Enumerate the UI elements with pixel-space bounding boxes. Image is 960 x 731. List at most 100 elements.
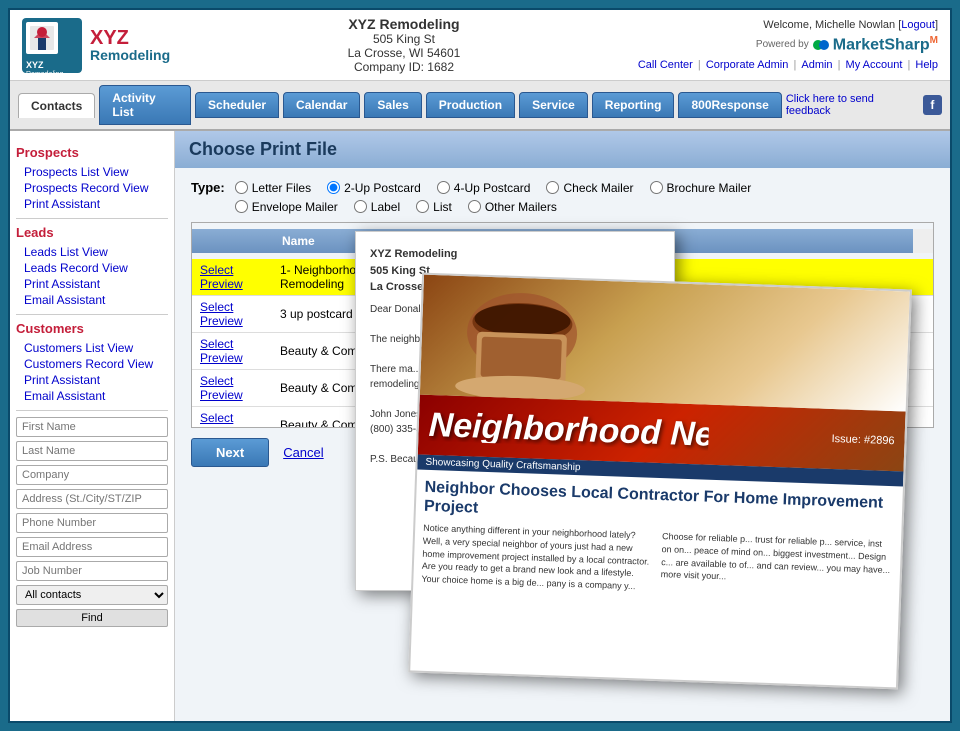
radio-other-mailers-input[interactable] <box>468 200 481 213</box>
nav-tab-activity-list[interactable]: Activity List <box>99 85 191 125</box>
sidebar-item-prospects-record-view[interactable]: Prospects Record View <box>16 180 168 196</box>
address-input[interactable] <box>16 489 168 509</box>
welcome-text: Welcome, Michelle Nowlan [Logout] <box>638 19 938 31</box>
logout-link[interactable]: Logout <box>901 19 935 31</box>
sidebar-item-leads-print-assistant[interactable]: Print Assistant <box>16 276 168 292</box>
preview-link[interactable]: Preview <box>200 351 243 365</box>
radio-brochure-mailer-input[interactable] <box>650 181 663 194</box>
email-input[interactable] <box>16 537 168 557</box>
table-cell-actions: Select Preview <box>192 370 272 407</box>
nav-tab-service[interactable]: Service <box>519 92 588 118</box>
corporate-admin-link[interactable]: Corporate Admin <box>706 59 789 71</box>
sidebar-item-customers-record-view[interactable]: Customers Record View <box>16 356 168 372</box>
marketsharep-logo: MarketSharpM <box>833 35 938 54</box>
company-id: Company ID: 1682 <box>170 60 638 74</box>
news-text-column: Neighbor Chooses Local Contractor For Ho… <box>408 470 903 690</box>
feedback-area[interactable]: Click here to send feedback f <box>786 93 942 117</box>
phone-input[interactable] <box>16 513 168 533</box>
radio-other-mailers[interactable]: Other Mailers <box>468 200 557 214</box>
table-cell-actions: Select Preview <box>192 333 272 370</box>
sidebar-item-prospects-print-assistant[interactable]: Print Assistant <box>16 196 168 212</box>
prospects-section-title: Prospects <box>16 145 168 160</box>
nav-tab-800response[interactable]: 800Response <box>678 92 781 118</box>
contact-type-select[interactable]: All contacts <box>16 585 168 605</box>
nav-tab-contacts[interactable]: Contacts <box>18 93 95 118</box>
radio-list-input[interactable] <box>416 200 429 213</box>
select-link[interactable]: Select <box>200 337 233 351</box>
facebook-icon: f <box>923 95 942 115</box>
sidebar-item-prospects-list-view[interactable]: Prospects List View <box>16 164 168 180</box>
radio-label-input[interactable] <box>354 200 367 213</box>
header-links: Call Center | Corporate Admin | Admin | … <box>638 59 938 71</box>
sidebar-item-customers-list-view[interactable]: Customers List View <box>16 340 168 356</box>
company-address2: La Crosse, WI 54601 <box>170 46 638 60</box>
preview-link[interactable]: Preview <box>200 314 243 328</box>
radio-group: Letter Files 2-Up Postcard 4-Up Postcard <box>235 181 752 195</box>
my-account-link[interactable]: My Account <box>846 59 903 71</box>
nav-tab-reporting[interactable]: Reporting <box>592 92 675 118</box>
next-button[interactable]: Next <box>191 438 269 467</box>
header-right: Welcome, Michelle Nowlan [Logout] Powere… <box>638 19 938 70</box>
market-sharp-brand: Powered by MarketSharpM <box>638 35 938 54</box>
leads-section-title: Leads <box>16 225 168 240</box>
sidebar-item-leads-list-view[interactable]: Leads List View <box>16 244 168 260</box>
marketsharep-dots-icon <box>813 37 829 53</box>
preview-link[interactable]: Preview <box>200 425 243 428</box>
sidebar-item-customers-email-assistant[interactable]: Email Assistant <box>16 388 168 404</box>
radio-check-mailer-input[interactable] <box>546 181 559 194</box>
sidebar-item-customers-print-assistant[interactable]: Print Assistant <box>16 372 168 388</box>
news-title: Neighborhood News <box>428 401 710 459</box>
call-center-link[interactable]: Call Center <box>638 59 693 71</box>
nav-tab-scheduler[interactable]: Scheduler <box>195 92 279 118</box>
sidebar-divider-3 <box>16 410 168 411</box>
svg-text:Neighborhood News: Neighborhood News <box>428 406 709 451</box>
news-issue: Issue: #2896 <box>831 433 894 447</box>
select-link[interactable]: Select <box>200 411 233 425</box>
radio-4up-postcard-input[interactable] <box>437 181 450 194</box>
sidebar-item-leads-record-view[interactable]: Leads Record View <box>16 260 168 276</box>
preview-link[interactable]: Preview <box>200 277 243 291</box>
type-label: Type: <box>191 180 225 195</box>
th-blank <box>192 229 272 253</box>
admin-link[interactable]: Admin <box>801 59 832 71</box>
select-link[interactable]: Select <box>200 300 233 314</box>
news-body: Neighbor Chooses Local Contractor For Ho… <box>408 470 903 690</box>
last-name-input[interactable] <box>16 441 168 461</box>
xyz-logo-icon: XYZ Remodeling <box>22 18 82 73</box>
header: XYZ Remodeling XYZ Remodeling XYZ Remode… <box>10 10 950 81</box>
radio-2up-postcard-input[interactable] <box>327 181 340 194</box>
radio-list[interactable]: List <box>416 200 452 214</box>
panel-title: Choose Print File <box>175 131 950 168</box>
nav-tab-sales[interactable]: Sales <box>364 92 421 118</box>
radio-2up-postcard[interactable]: 2-Up Postcard <box>327 181 421 195</box>
select-link[interactable]: Select <box>200 374 233 388</box>
radio-group-2: Envelope Mailer Label List <box>235 200 557 214</box>
nav-tab-production[interactable]: Production <box>426 92 515 118</box>
radio-check-mailer[interactable]: Check Mailer <box>546 181 633 195</box>
preview-popup: XYZ Remodeling505 King StLa Crosse, WI 5… <box>355 221 935 701</box>
sidebar-item-leads-email-assistant[interactable]: Email Assistant <box>16 292 168 308</box>
nav-tab-calendar[interactable]: Calendar <box>283 92 360 118</box>
radio-4up-postcard[interactable]: 4-Up Postcard <box>437 181 531 195</box>
help-link[interactable]: Help <box>915 59 938 71</box>
company-input[interactable] <box>16 465 168 485</box>
radio-letter-files[interactable]: Letter Files <box>235 181 311 195</box>
radio-envelope-mailer[interactable]: Envelope Mailer <box>235 200 338 214</box>
first-name-input[interactable] <box>16 417 168 437</box>
table-cell-actions: Select Preview <box>192 296 272 333</box>
select-link[interactable]: Select <box>200 263 233 277</box>
cancel-button[interactable]: Cancel <box>279 438 327 467</box>
preview-link[interactable]: Preview <box>200 388 243 402</box>
company-info: XYZ Remodeling 505 King St La Crosse, WI… <box>170 16 638 74</box>
nav-bar: Contacts Activity List Scheduler Calenda… <box>10 81 950 131</box>
table-cell-actions: Select Preview <box>192 407 272 429</box>
radio-envelope-mailer-input[interactable] <box>235 200 248 213</box>
job-number-input[interactable] <box>16 561 168 581</box>
radio-letter-files-input[interactable] <box>235 181 248 194</box>
find-button[interactable]: Find <box>16 609 168 627</box>
main-content: Prospects Prospects List View Prospects … <box>10 131 950 721</box>
news-article: Notice anything different in your neighb… <box>421 522 893 601</box>
radio-brochure-mailer[interactable]: Brochure Mailer <box>650 181 752 195</box>
radio-label[interactable]: Label <box>354 200 400 214</box>
type-row: Type: Letter Files 2-Up Postcard <box>191 180 934 195</box>
